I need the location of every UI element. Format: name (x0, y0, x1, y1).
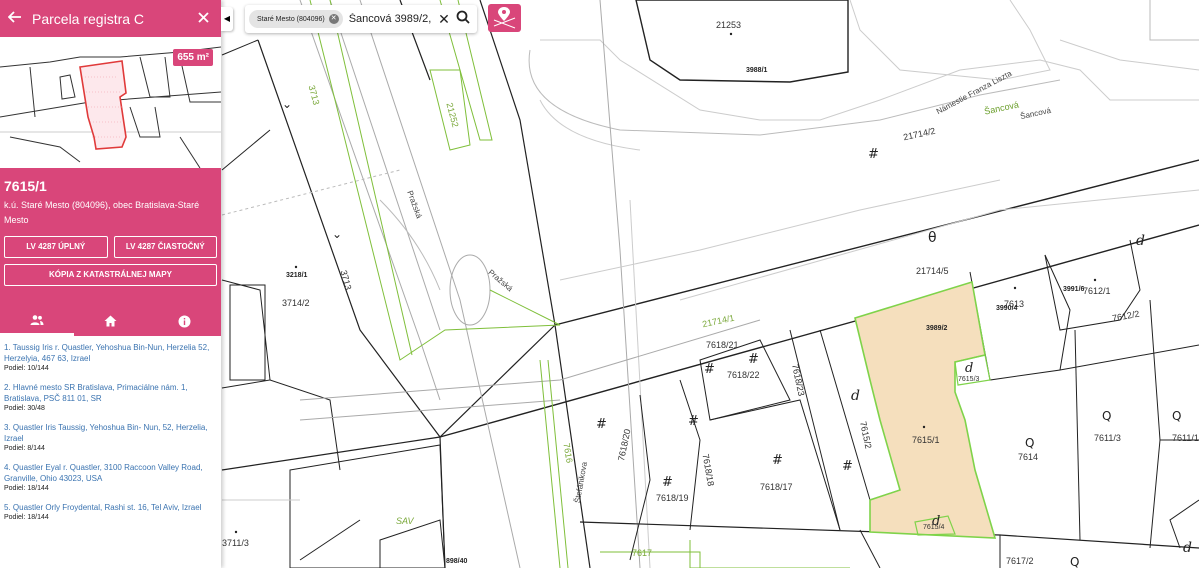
svg-text:d: d (851, 388, 860, 404)
map-pin-icon (493, 7, 516, 29)
parcel-label: 7615/3 (958, 376, 980, 383)
owner-name-link[interactable]: 2. Hlavné mesto SR Bratislava, Primaciál… (4, 382, 217, 404)
parcel-label: 3991/6 (1063, 286, 1085, 293)
parcel-label: 7611/1 (1172, 433, 1199, 443)
parcel-location: k.ú. Staré Mesto (804096), obec Bratisla… (4, 200, 200, 225)
chip-remove-icon[interactable]: ✕ (328, 14, 339, 24)
owner-item: 4. Quastler Eyal r. Quastler, 3100 Racco… (4, 462, 217, 492)
svg-text:Q: Q (1102, 409, 1111, 423)
owners-list: 1. Taussig Iris r. Quastler, Yehoshua Bi… (0, 336, 221, 537)
parcel-label: 7615/4 (923, 524, 945, 531)
svg-text:#: # (772, 453, 783, 468)
search-bar: Staré Mesto (804096) ✕ ✕ (245, 5, 477, 33)
chip-label: Staré Mesto (804096) (257, 15, 325, 23)
parcel-label: 7618/19 (656, 493, 689, 503)
home-icon (104, 315, 117, 327)
parcel-label: 7612/1 (1083, 286, 1111, 296)
owner-share: Podiel: 18/144 (4, 485, 49, 492)
lv-full-button[interactable]: LV 4287 ÚPLNÝ (4, 236, 108, 258)
parcel-label: 7611/3 (1094, 433, 1121, 443)
parcel-label: 7614 (1018, 452, 1039, 462)
parcel-info: 7615/1 k.ú. Staré Mesto (804096), obec B… (0, 168, 221, 336)
panel-tabs (0, 306, 221, 336)
owner-name-link[interactable]: 1. Taussig Iris r. Quastler, Yehoshua Bi… (4, 342, 217, 364)
svg-text:#: # (704, 362, 715, 377)
svg-text:Q: Q (1070, 555, 1079, 568)
svg-text:⌄: ⌄ (282, 97, 292, 111)
area-label: SAV (396, 516, 414, 526)
owner-share: Podiel: 30/48 (4, 405, 45, 412)
owner-item: 2. Hlavné mesto SR Bratislava, Primaciál… (4, 382, 217, 412)
parcel-label: 3711/3 (222, 538, 249, 548)
svg-text:⌄: ⌄ (332, 227, 342, 241)
owner-share: Podiel: 10/144 (4, 365, 49, 372)
svg-text:θ: θ (928, 230, 937, 246)
owner-item: 1. Taussig Iris r. Quastler, Yehoshua Bi… (4, 342, 217, 372)
parcel-label: 7618/21 (706, 340, 739, 350)
owner-name-link[interactable]: 3. Quastler Iris Taussig, Yehoshua Bin- … (4, 422, 217, 444)
people-icon (30, 314, 44, 325)
parcel-label: 3988/1 (746, 67, 768, 74)
owner-item: 5. Quastler Orly Froydental, Rashi st. 1… (4, 502, 217, 521)
parcel-label: 7618/22 (727, 370, 760, 380)
panel-title: Parcela registra C (32, 10, 145, 27)
parcel-label: 3990/4 (996, 305, 1018, 312)
map-layers-button[interactable] (488, 4, 521, 32)
owner-name-link[interactable]: 5. Quastler Orly Froydental, Rashi st. 1… (4, 502, 217, 513)
svg-text:d: d (1136, 233, 1145, 249)
svg-text:#: # (748, 352, 759, 367)
lv-partial-button[interactable]: LV 4287 ČIASTOČNÝ (113, 236, 217, 258)
parcel-label: 7615/1 (912, 435, 940, 445)
back-arrow-icon[interactable] (7, 10, 28, 28)
panel-header: Parcela registra C (0, 0, 221, 37)
search-icon[interactable] (453, 10, 473, 29)
parcel-label: 7618/17 (760, 482, 793, 492)
svg-text:#: # (868, 147, 879, 162)
app-root: ⌄ ⌄ # θ d # # # # # # # d d d Q Q Q Q d (0, 0, 1199, 568)
parcel-label: 3218/1 (286, 272, 308, 279)
parcel-label: 7617 (632, 548, 653, 558)
parcel-panel: Parcela registra C 655 m² 7615/1 k.ú. St… (0, 0, 221, 568)
tab-owners[interactable] (0, 306, 74, 336)
svg-text:#: # (842, 459, 853, 474)
owner-item: 3. Quastler Iris Taussig, Yehoshua Bin- … (4, 422, 217, 452)
svg-text:#: # (688, 414, 699, 429)
cadastral-area-chip[interactable]: Staré Mesto (804096) ✕ (249, 10, 343, 28)
svg-text:Q: Q (1025, 436, 1034, 450)
owner-share: Podiel: 8/144 (4, 445, 45, 452)
clear-search-icon[interactable]: ✕ (435, 11, 453, 28)
svg-text:d: d (965, 361, 973, 376)
parcel-label: 3989/2 (926, 325, 948, 332)
parcel-label: 3714/2 (282, 298, 310, 308)
svg-text:Q: Q (1172, 409, 1181, 423)
owner-share: Podiel: 18/144 (4, 514, 49, 521)
search-input[interactable] (348, 13, 435, 25)
tab-info[interactable] (147, 306, 221, 336)
svg-text:d: d (1183, 540, 1192, 556)
map-copy-button[interactable]: KÓPIA Z KATASTRÁLNEJ MAPY (4, 264, 217, 286)
tab-building[interactable] (74, 306, 148, 336)
parcel-label: 898/40 (446, 558, 468, 565)
parcel-label: 21253 (716, 20, 742, 30)
close-icon[interactable] (193, 10, 213, 28)
collapse-panel-button[interactable]: ◀ (221, 7, 233, 31)
area-badge: 655 m² (173, 49, 213, 66)
parcel-label: 7617/2 (1006, 556, 1034, 566)
parcel-label: 21714/5 (916, 266, 949, 276)
svg-text:#: # (596, 417, 607, 432)
svg-text:#: # (662, 475, 673, 490)
info-icon (178, 315, 191, 327)
owner-name-link[interactable]: 4. Quastler Eyal r. Quastler, 3100 Racco… (4, 462, 217, 484)
parcel-number: 7615/1 (4, 178, 47, 194)
parcel-thumbnail-map: 655 m² (0, 37, 221, 168)
